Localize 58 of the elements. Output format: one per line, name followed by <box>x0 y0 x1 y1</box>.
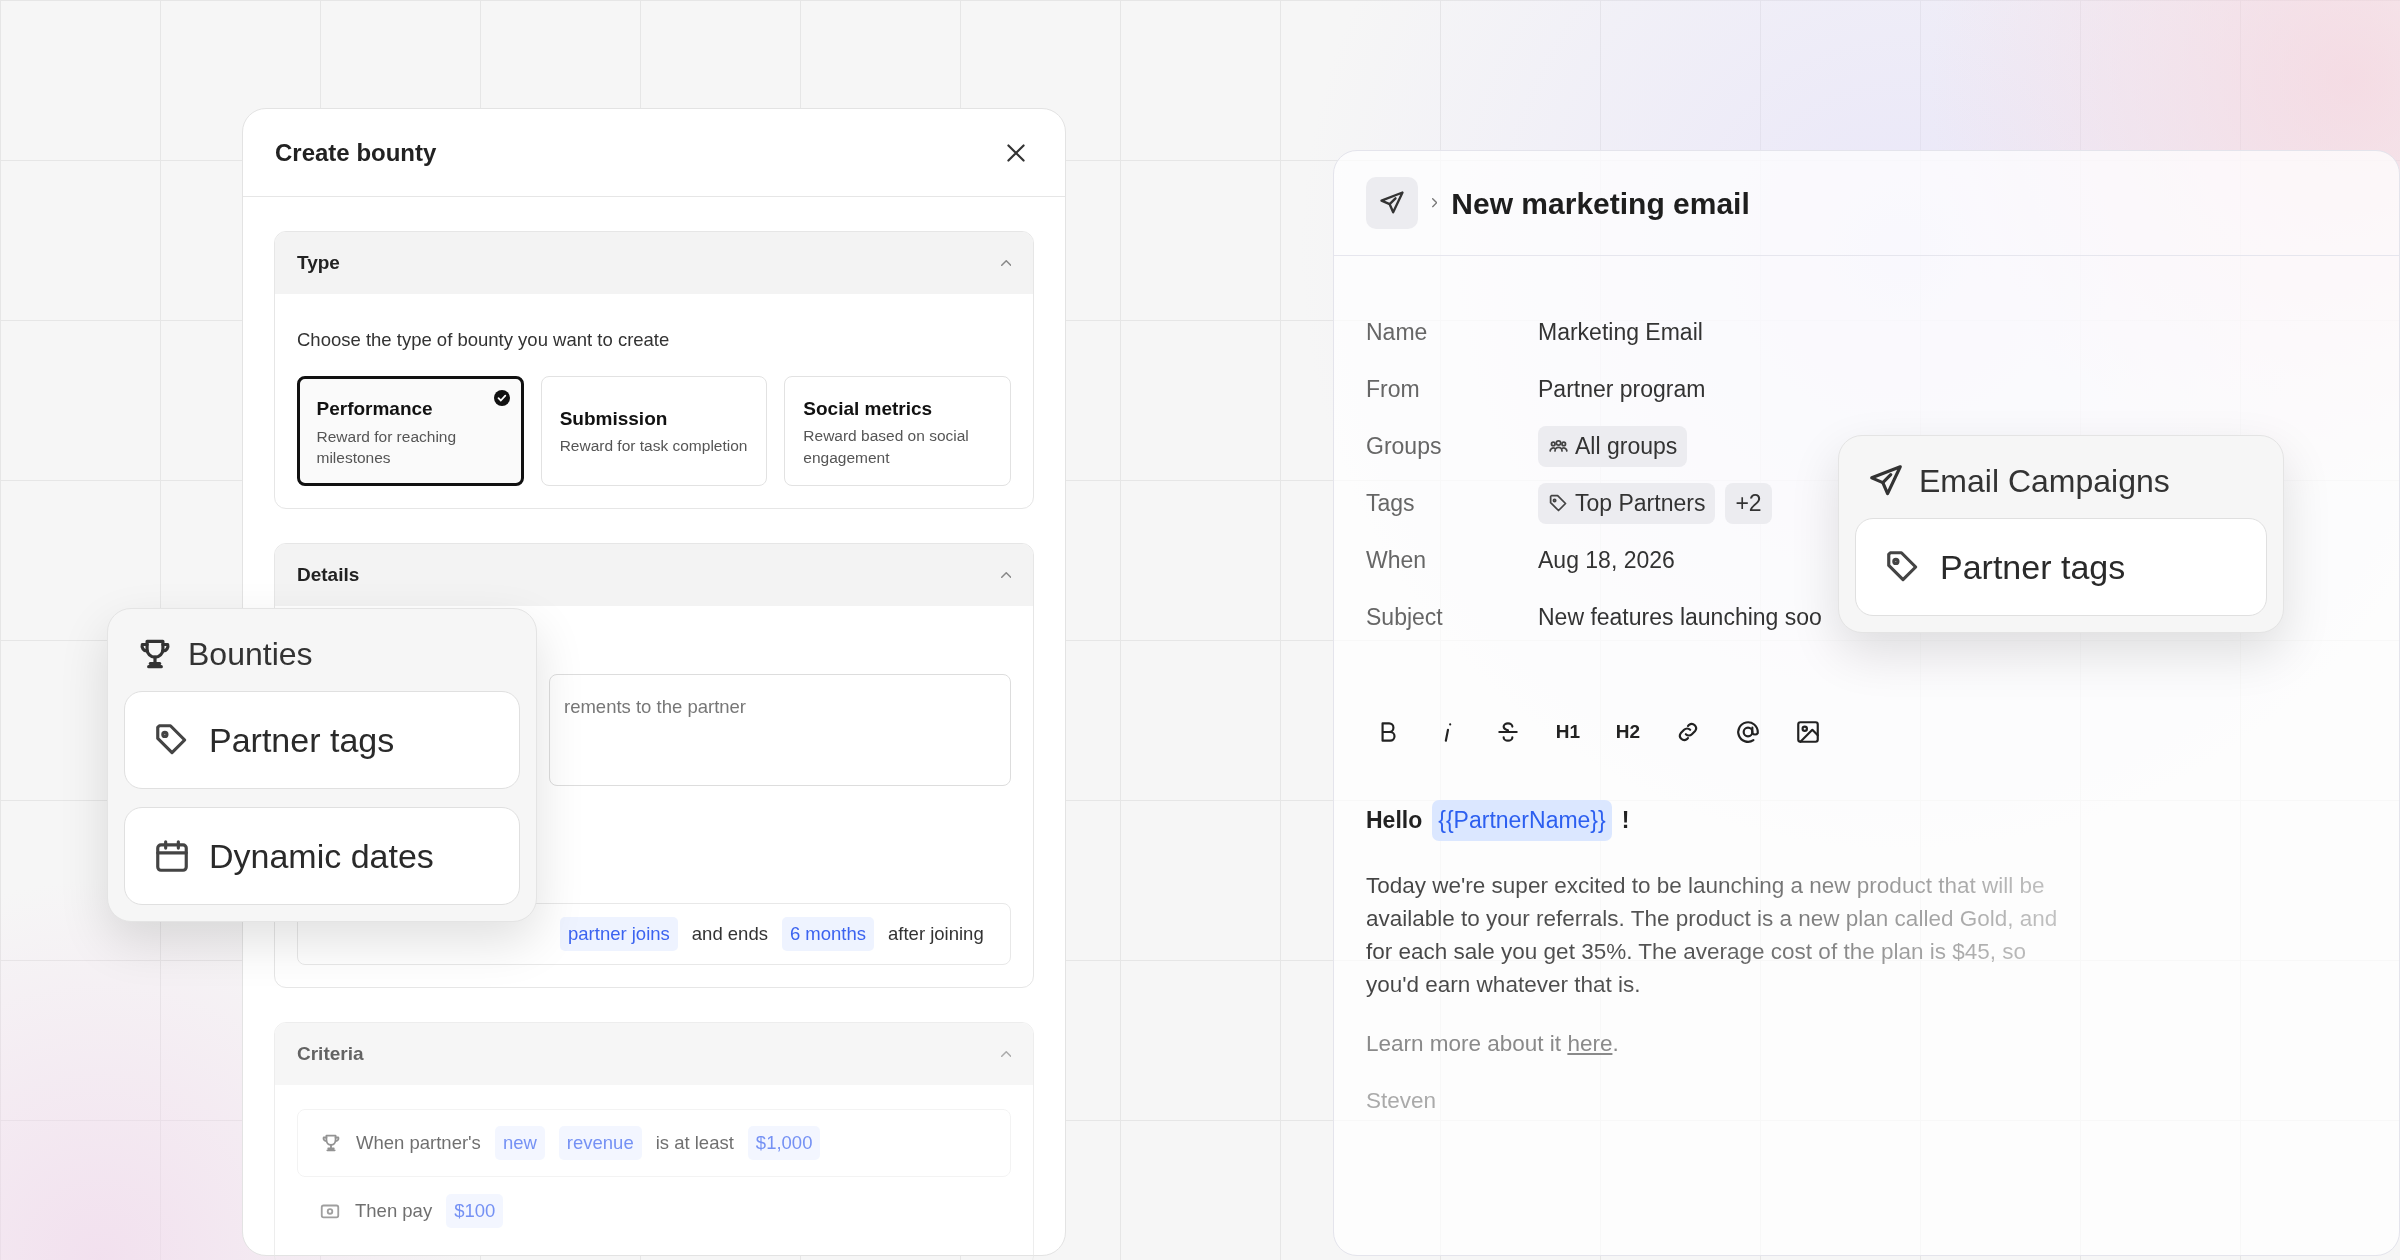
calendar-icon <box>153 837 191 875</box>
image-icon <box>1795 719 1821 745</box>
signature-text: Steven <box>1366 1087 1438 1116</box>
field-value: Partner program <box>1538 375 1706 405</box>
section-header[interactable]: Type <box>275 232 1033 294</box>
section-title: Criteria <box>297 1041 364 1066</box>
prompt-text: Choose the type of bounty you want to create <box>297 328 671 352</box>
tag-chip[interactable]: Top Partners <box>1538 483 1716 524</box>
strikethrough-icon <box>1495 719 1521 745</box>
feature-item[interactable]: Partner tags <box>1855 518 2267 616</box>
tag-icon <box>1548 493 1569 514</box>
collapse-button[interactable] <box>1000 260 1011 266</box>
section-title: Details <box>297 562 360 587</box>
exclamation-text: ! <box>1621 806 1630 835</box>
field-label: When <box>1366 546 1428 576</box>
heading-button[interactable]: H2 <box>1606 710 1650 754</box>
chevron-right-icon <box>1432 198 1438 208</box>
email-title: New marketing email <box>1451 185 1750 222</box>
variable-chip[interactable]: 6 months <box>781 916 875 951</box>
bounty-type-option[interactable]: Performance Reward for reaching milestones <box>297 375 524 486</box>
campaign-button[interactable] <box>1366 177 1418 229</box>
chevron-up-icon <box>1000 1050 1011 1057</box>
variable-chip[interactable]: partner joins <box>560 916 678 951</box>
variable-chip[interactable]: {{PartnerName}} <box>1432 800 1612 841</box>
rule-text: When partner's <box>356 1130 481 1155</box>
at-sign-icon <box>1735 719 1761 745</box>
field-value: Marketing Email <box>1538 318 1703 348</box>
feature-item[interactable]: Dynamic dates <box>124 807 520 905</box>
greeting-text: Hello <box>1366 806 1423 835</box>
heading-button[interactable]: H1 <box>1546 710 1590 754</box>
bounty-type-option[interactable]: Social metrics Reward based on social engagement <box>784 375 1011 486</box>
field-label: Tags <box>1366 489 1416 519</box>
section-header[interactable]: Criteria <box>275 1022 1033 1085</box>
feature-item[interactable]: Partner tags <box>124 691 520 789</box>
chevron-up-icon <box>1000 571 1011 578</box>
section-header[interactable]: Details <box>275 543 1033 606</box>
chevron-up-icon <box>1000 260 1011 266</box>
rule-text: is at least <box>655 1130 734 1155</box>
section-title: Type <box>297 250 340 275</box>
rule-text: after joining <box>888 921 984 946</box>
field-value: Aug 18, 2026 <box>1538 546 1675 576</box>
rule-text: Then pay <box>355 1198 433 1223</box>
dialog-title: Create bounty <box>275 137 437 168</box>
field-label: From <box>1366 375 1421 405</box>
field-label: Groups <box>1366 432 1443 462</box>
field-value: New features launching soo <box>1538 603 1822 633</box>
collapse-button[interactable] <box>1000 571 1011 578</box>
field-label: Name <box>1366 318 1429 348</box>
description-field[interactable]: rements to the partner <box>549 673 1011 786</box>
rule-text: and ends <box>691 921 768 946</box>
check-icon <box>492 388 511 407</box>
card-title: Email Campaigns <box>1919 462 2170 501</box>
tag-chip[interactable]: All groups <box>1538 426 1688 467</box>
field-label: Subject <box>1366 603 1444 633</box>
card-title: Bounties <box>188 635 313 674</box>
count-badge[interactable]: +2 <box>1725 483 1772 524</box>
learn-more-text: Learn more about it here. <box>1366 1029 1620 1058</box>
bounty-type-option[interactable]: Submission Reward for task completion <box>540 375 768 486</box>
